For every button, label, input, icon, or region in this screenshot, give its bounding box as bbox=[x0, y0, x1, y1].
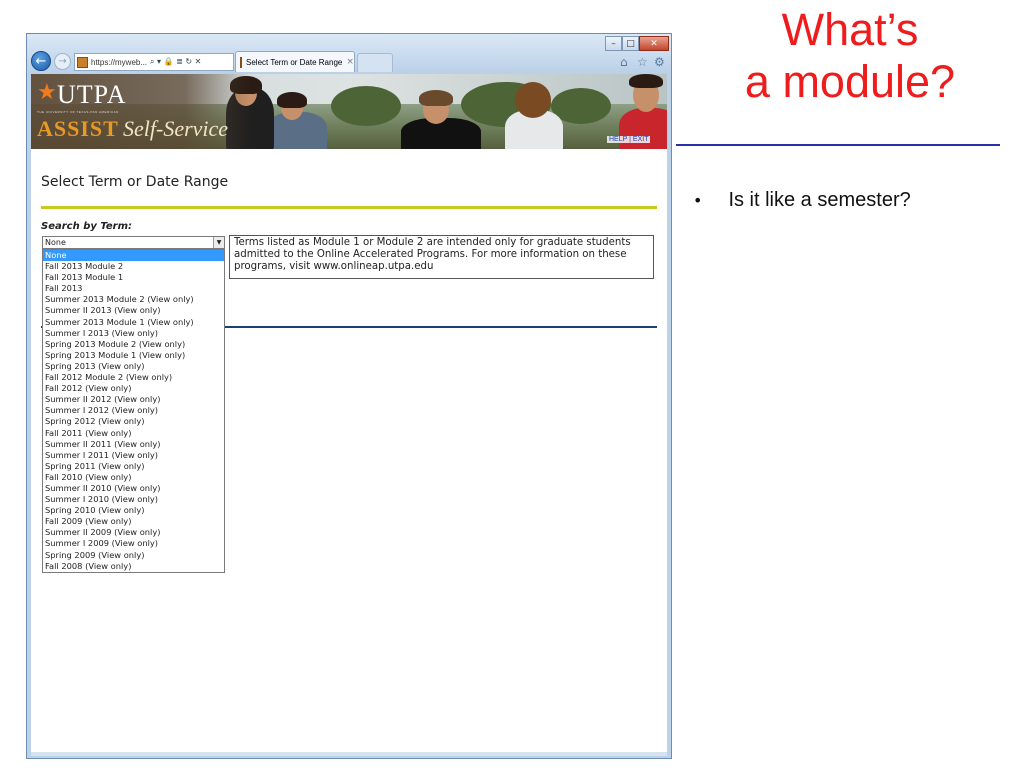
home-icon[interactable]: ⌂ bbox=[620, 55, 628, 69]
page-viewport: ★ UTPA THE UNIVERSITY OF TEXAS-PAN AMERI… bbox=[31, 74, 667, 754]
slide-title-underline bbox=[676, 144, 1000, 146]
term-option[interactable]: Spring 2012 (View only) bbox=[43, 416, 224, 427]
term-option[interactable]: Fall 2012 (View only) bbox=[43, 383, 224, 394]
bullet-dot-icon: • bbox=[693, 191, 703, 210]
banner-student-hair bbox=[277, 92, 307, 108]
term-option[interactable]: Fall 2008 (View only) bbox=[43, 561, 224, 572]
term-option[interactable]: Fall 2013 Module 2 bbox=[43, 261, 224, 272]
term-option[interactable]: Spring 2009 (View only) bbox=[43, 550, 224, 561]
browser-titlebar: ← → https://myweb... ⌕ ▾ 🔒 ≣ ↻ ✕ Select … bbox=[27, 34, 671, 74]
logo-self-service-text: Self-Service bbox=[123, 116, 229, 141]
term-option[interactable]: Fall 2009 (View only) bbox=[43, 516, 224, 527]
link-separator: | bbox=[629, 136, 631, 143]
slide-title: What’s a module? bbox=[676, 4, 1024, 108]
arrow-right-icon: → bbox=[58, 56, 67, 67]
star-icon: ★ bbox=[37, 80, 57, 105]
term-option[interactable]: Fall 2012 Module 2 (View only) bbox=[43, 372, 224, 383]
term-option[interactable]: Summer II 2009 (View only) bbox=[43, 527, 224, 538]
address-text[interactable]: https://myweb... bbox=[91, 58, 147, 67]
term-option[interactable]: Summer II 2010 (View only) bbox=[43, 483, 224, 494]
term-option[interactable]: Fall 2010 (View only) bbox=[43, 472, 224, 483]
term-option[interactable]: Summer I 2010 (View only) bbox=[43, 494, 224, 505]
term-option[interactable]: Summer II 2013 (View only) bbox=[43, 305, 224, 316]
exit-link[interactable]: EXIT bbox=[633, 136, 649, 143]
help-exit-links: HELP | EXIT bbox=[607, 136, 651, 143]
favorites-star-icon[interactable]: ☆ bbox=[637, 55, 648, 69]
new-tab-button[interactable] bbox=[357, 53, 393, 72]
slide-title-line-1: What’s bbox=[781, 4, 919, 55]
address-actions-icons[interactable]: ⌕ ▾ 🔒 ≣ ↻ ✕ bbox=[150, 57, 201, 67]
logo-assist-text: ASSIST bbox=[37, 116, 119, 141]
gear-icon[interactable]: ⚙ bbox=[654, 55, 665, 69]
module-info-box: Terms listed as Module 1 or Module 2 are… bbox=[229, 235, 654, 279]
term-option[interactable]: Summer I 2013 (View only) bbox=[43, 328, 224, 339]
term-option[interactable]: Spring 2011 (View only) bbox=[43, 461, 224, 472]
term-option[interactable]: Summer I 2011 (View only) bbox=[43, 450, 224, 461]
term-option[interactable]: Spring 2013 Module 1 (View only) bbox=[43, 350, 224, 361]
minimize-button[interactable]: – bbox=[605, 36, 622, 51]
term-option[interactable]: Summer II 2011 (View only) bbox=[43, 439, 224, 450]
slide-bullet-text: Is it like a semester? bbox=[728, 189, 911, 211]
forward-button[interactable]: → bbox=[54, 53, 71, 70]
tab-favicon-icon bbox=[240, 56, 242, 68]
site-favicon-icon bbox=[77, 56, 88, 68]
tab-close-icon[interactable]: × bbox=[346, 57, 354, 67]
chevron-down-icon[interactable]: ▼ bbox=[213, 237, 224, 248]
logo-subtitle: THE UNIVERSITY OF TEXAS-PAN AMERICAN bbox=[37, 110, 119, 114]
term-option[interactable]: Fall 2013 bbox=[43, 283, 224, 294]
banner-student-hair bbox=[419, 90, 453, 106]
maximize-button[interactable]: □ bbox=[622, 36, 639, 51]
page-title: Select Term or Date Range bbox=[41, 174, 229, 190]
help-link[interactable]: HELP bbox=[609, 136, 627, 143]
term-option[interactable]: Fall 2013 Module 1 bbox=[43, 272, 224, 283]
address-bar[interactable]: https://myweb... ⌕ ▾ 🔒 ≣ ↻ ✕ bbox=[74, 53, 234, 71]
window-bottom-border bbox=[31, 752, 667, 756]
logo-utpa-text: UTPA bbox=[57, 80, 127, 109]
arrow-left-icon: ← bbox=[35, 53, 47, 69]
slide-title-line-2: a module? bbox=[744, 56, 956, 107]
tab-select-term[interactable]: Select Term or Date Range × bbox=[235, 51, 355, 72]
slide-bullet: • Is it like a semester? bbox=[693, 189, 911, 213]
term-option[interactable]: Summer I 2009 (View only) bbox=[43, 538, 224, 549]
header-banner: ★ UTPA THE UNIVERSITY OF TEXAS-PAN AMERI… bbox=[31, 74, 667, 149]
term-option[interactable]: Summer 2013 Module 2 (View only) bbox=[43, 294, 224, 305]
term-option[interactable]: Spring 2013 Module 2 (View only) bbox=[43, 339, 224, 350]
term-option[interactable]: None bbox=[43, 250, 224, 262]
term-option[interactable]: Summer 2013 Module 1 (View only) bbox=[43, 317, 224, 328]
banner-student-hair bbox=[515, 82, 551, 118]
term-dropdown-list[interactable]: None Fall 2013 Module 2 Fall 2013 Module 1… bbox=[42, 249, 225, 573]
banner-tree bbox=[331, 86, 401, 126]
search-by-term-label: Search by Term: bbox=[41, 221, 133, 232]
term-option[interactable]: Spring 2013 (View only) bbox=[43, 361, 224, 372]
yellow-divider bbox=[41, 206, 657, 209]
term-option[interactable]: Summer II 2012 (View only) bbox=[43, 394, 224, 405]
term-option[interactable]: Summer I 2012 (View only) bbox=[43, 405, 224, 416]
term-option[interactable]: Fall 2011 (View only) bbox=[43, 428, 224, 439]
term-select-value: None bbox=[45, 238, 66, 247]
banner-student-hair bbox=[629, 74, 663, 88]
close-window-button[interactable]: ✕ bbox=[639, 36, 669, 51]
back-button[interactable]: ← bbox=[31, 51, 51, 71]
term-option[interactable]: Spring 2010 (View only) bbox=[43, 505, 224, 516]
utpa-logo[interactable]: ★ UTPA THE UNIVERSITY OF TEXAS-PAN AMERI… bbox=[31, 74, 251, 149]
term-select[interactable]: None ▼ bbox=[42, 236, 225, 249]
browser-window: ← → https://myweb... ⌕ ▾ 🔒 ≣ ↻ ✕ Select … bbox=[26, 33, 672, 759]
tab-title: Select Term or Date Range bbox=[246, 57, 343, 67]
